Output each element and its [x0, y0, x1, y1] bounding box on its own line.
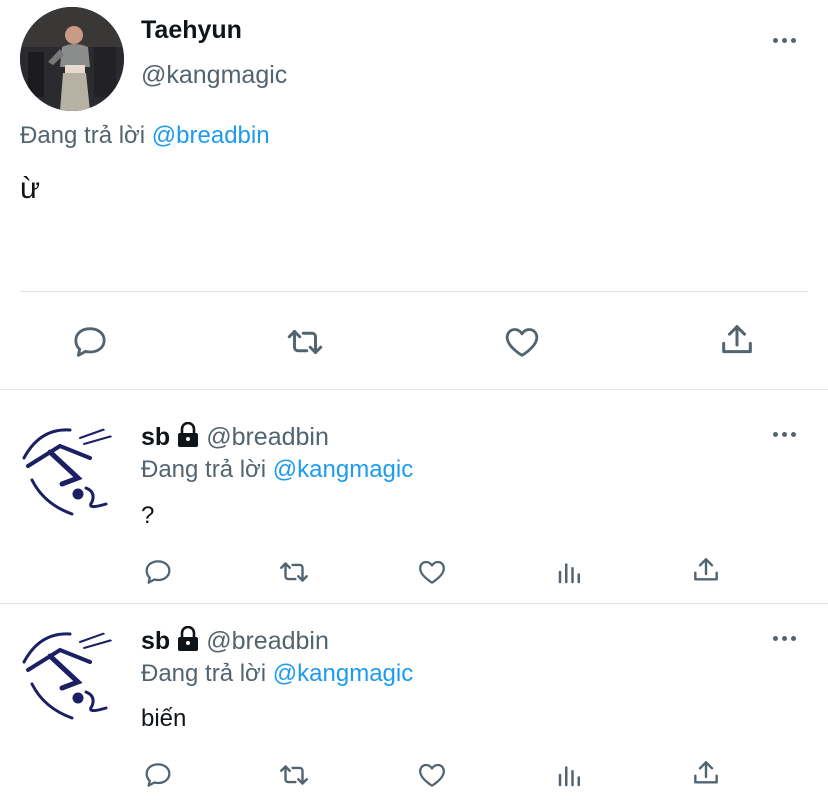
replying-to: Đang trả lời @kangmagic — [141, 660, 413, 688]
replying-to: Đang trả lời @breadbin — [20, 122, 270, 150]
display-name[interactable]: sb — [141, 627, 170, 656]
profile-photo — [22, 427, 113, 516]
reply-icon[interactable] — [68, 320, 112, 364]
user-header[interactable]: sb @breadbin — [141, 421, 329, 453]
user-handle[interactable]: @breadbin — [206, 423, 329, 452]
lock-icon — [176, 625, 200, 657]
avatar[interactable] — [20, 418, 124, 522]
tweet-text: biến — [141, 705, 187, 732]
divider — [20, 291, 808, 292]
more-options-icon[interactable] — [773, 38, 796, 43]
divider — [0, 389, 828, 390]
avatar[interactable] — [20, 7, 124, 111]
lock-icon — [176, 421, 200, 453]
retweet-icon[interactable] — [283, 320, 327, 364]
analytics-icon[interactable] — [552, 554, 588, 590]
user-handle[interactable]: @breadbin — [206, 627, 329, 656]
like-icon[interactable] — [500, 320, 544, 364]
share-icon[interactable] — [688, 755, 724, 791]
analytics-icon[interactable] — [552, 757, 588, 793]
replying-prefix: Đang trả lời — [141, 660, 267, 687]
tweet-text: ? — [141, 502, 155, 529]
user-handle[interactable]: @kangmagic — [141, 61, 287, 90]
share-icon[interactable] — [688, 552, 724, 588]
reply-icon[interactable] — [140, 757, 176, 793]
replying-to-link[interactable]: @breadbin — [152, 122, 270, 149]
like-icon[interactable] — [414, 757, 450, 793]
profile-photo — [20, 7, 124, 111]
replying-to: Đang trả lời @kangmagic — [141, 456, 413, 484]
display-name[interactable]: sb — [141, 423, 170, 452]
more-options-icon[interactable] — [773, 432, 796, 437]
retweet-icon[interactable] — [276, 554, 312, 590]
replying-prefix: Đang trả lời — [141, 456, 267, 483]
tweet-text: ừ — [20, 172, 41, 205]
like-icon[interactable] — [414, 554, 450, 590]
user-header[interactable]: sb @breadbin — [141, 625, 329, 657]
profile-photo — [22, 631, 113, 720]
share-icon[interactable] — [715, 318, 759, 362]
replying-prefix: Đang trả lời — [20, 122, 146, 149]
avatar[interactable] — [20, 622, 124, 726]
display-name[interactable]: Taehyun — [141, 16, 242, 45]
retweet-icon[interactable] — [276, 757, 312, 793]
divider — [0, 603, 828, 604]
more-options-icon[interactable] — [773, 636, 796, 641]
replying-to-link[interactable]: @kangmagic — [273, 660, 413, 687]
reply-icon[interactable] — [140, 554, 176, 590]
replying-to-link[interactable]: @kangmagic — [273, 456, 413, 483]
